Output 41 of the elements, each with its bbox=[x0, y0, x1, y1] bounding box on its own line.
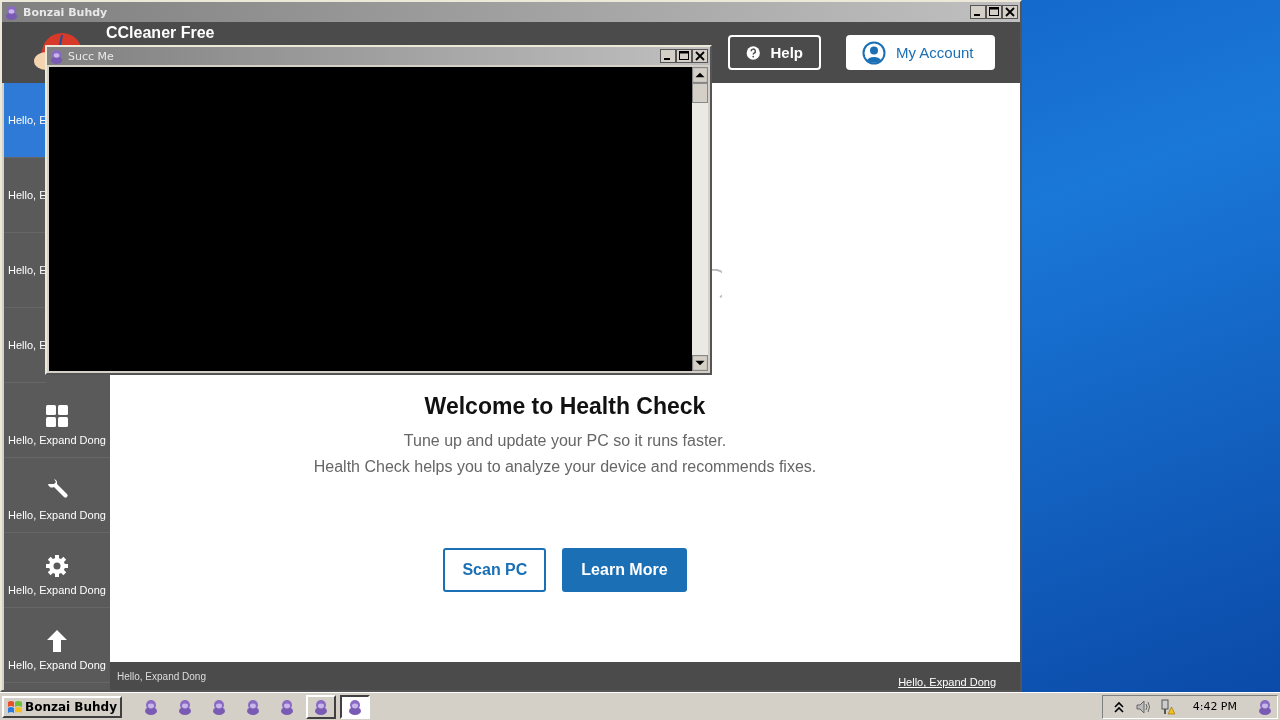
close-icon[interactable] bbox=[1002, 5, 1018, 19]
gorilla-icon bbox=[176, 698, 193, 715]
help-button[interactable]: Help bbox=[728, 35, 821, 70]
window-title: Bonzai Buhdy bbox=[23, 5, 109, 19]
description-text: Tune up and update your PC so it runs faster. bbox=[403, 432, 727, 450]
footer-text: Hello, Expand Dong bbox=[117, 670, 206, 682]
minimize-icon[interactable] bbox=[660, 49, 676, 63]
gorilla-icon[interactable] bbox=[1257, 698, 1273, 715]
gorilla-icon bbox=[346, 698, 363, 715]
user-icon bbox=[862, 40, 886, 65]
close-icon[interactable] bbox=[692, 49, 708, 63]
maximize-icon[interactable] bbox=[986, 5, 1002, 19]
maximize-icon[interactable] bbox=[676, 49, 692, 63]
network-warning-icon[interactable] bbox=[1158, 698, 1175, 715]
scroll-up-icon[interactable] bbox=[692, 67, 708, 83]
gorilla-icon bbox=[4, 4, 19, 20]
clock-time: 4:42 PM bbox=[1192, 700, 1237, 713]
footer-link[interactable]: Hello, Expand Dong bbox=[898, 676, 996, 688]
gorilla-icon bbox=[278, 698, 295, 715]
up-arrow-icon bbox=[45, 629, 69, 653]
learn-more-button[interactable]: Learn More bbox=[562, 548, 687, 592]
start-button[interactable]: Bonzai Buhdy bbox=[2, 695, 122, 718]
window-title: Succ Me bbox=[68, 49, 115, 63]
gorilla-icon bbox=[244, 698, 261, 715]
minimize-icon[interactable] bbox=[970, 5, 986, 19]
grid-icon bbox=[45, 404, 69, 428]
welcome-title: Welcome to Health Check bbox=[424, 393, 706, 420]
account-button[interactable]: My Account bbox=[846, 35, 995, 70]
app-title: CCleaner Free bbox=[106, 24, 215, 42]
scroll-thumb[interactable] bbox=[692, 83, 708, 103]
gorilla-icon bbox=[142, 698, 159, 715]
gorilla-icon bbox=[49, 48, 64, 64]
taskbar-button[interactable] bbox=[339, 694, 370, 719]
scroll-down-icon[interactable] bbox=[692, 355, 708, 371]
gorilla-icon bbox=[312, 698, 329, 715]
description-text: Health Check helps you to analyze your device and recommends fixes. bbox=[313, 458, 817, 476]
flag-icon bbox=[7, 698, 23, 715]
scrollbar[interactable] bbox=[692, 67, 708, 371]
scan-button[interactable]: Scan PC bbox=[443, 548, 547, 592]
speaker-icon[interactable] bbox=[1134, 698, 1151, 715]
gorilla-icon bbox=[210, 698, 227, 715]
